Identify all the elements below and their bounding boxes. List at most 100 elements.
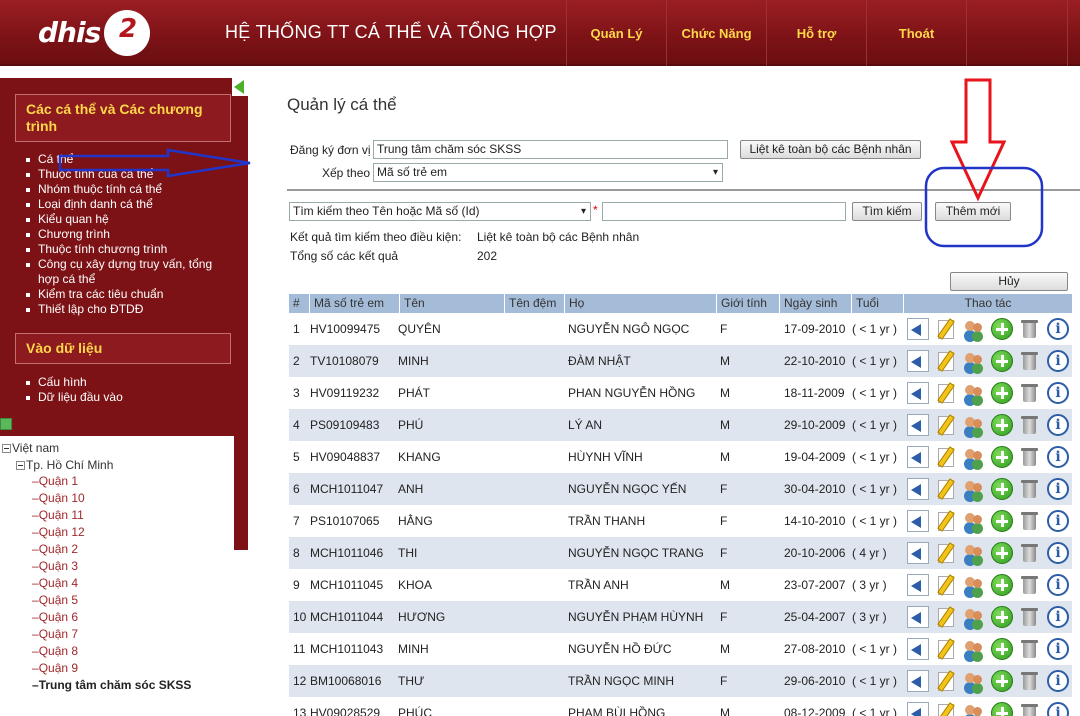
return-icon[interactable]	[907, 542, 929, 564]
col-header-first-name[interactable]: Tên	[400, 294, 505, 313]
sidebar-item-attribute-group[interactable]: Nhóm thuộc tính cá thể	[24, 182, 234, 197]
edit-icon[interactable]	[935, 350, 957, 372]
col-header-last-name[interactable]: Họ	[565, 294, 717, 313]
relationship-icon[interactable]	[963, 542, 985, 564]
col-header-child-id[interactable]: Mã số trẻ em	[310, 294, 400, 313]
relationship-icon[interactable]	[963, 638, 985, 660]
return-icon[interactable]	[907, 414, 929, 436]
delete-icon[interactable]	[1019, 446, 1041, 468]
edit-icon[interactable]	[935, 510, 957, 532]
edit-icon[interactable]	[935, 478, 957, 500]
collapse-node-icon[interactable]	[2, 444, 11, 453]
delete-icon[interactable]	[1019, 350, 1041, 372]
info-icon[interactable]	[1047, 638, 1069, 660]
return-icon[interactable]	[907, 574, 929, 596]
return-icon[interactable]	[907, 446, 929, 468]
relationship-icon[interactable]	[963, 414, 985, 436]
sidebar-item-person-attribute[interactable]: Thuộc tính của cá thể	[24, 167, 234, 182]
info-icon[interactable]	[1047, 542, 1069, 564]
sidebar-item-config[interactable]: Cấu hình	[24, 375, 123, 390]
delete-icon[interactable]	[1019, 542, 1041, 564]
edit-icon[interactable]	[935, 638, 957, 660]
relationship-icon[interactable]	[963, 670, 985, 692]
tree-node-district[interactable]: –Quận 12	[32, 524, 85, 541]
add-icon[interactable]	[991, 446, 1013, 468]
delete-icon[interactable]	[1019, 574, 1041, 596]
add-icon[interactable]	[991, 350, 1013, 372]
relationship-icon[interactable]	[963, 606, 985, 628]
edit-icon[interactable]	[935, 606, 957, 628]
return-icon[interactable]	[907, 606, 929, 628]
add-icon[interactable]	[991, 478, 1013, 500]
add-icon[interactable]	[991, 574, 1013, 596]
relationship-icon[interactable]	[963, 350, 985, 372]
tree-node-district[interactable]: –Quận 9	[32, 660, 78, 677]
info-icon[interactable]	[1047, 318, 1069, 340]
delete-icon[interactable]	[1019, 702, 1041, 716]
sidebar-item-relationship-type[interactable]: Kiểu quan hệ	[24, 212, 234, 227]
add-icon[interactable]	[991, 670, 1013, 692]
sidebar-item-mobile-settings[interactable]: Thiết lập cho ĐTDĐ	[24, 302, 234, 317]
sort-select[interactable]: Mã số trẻ em	[373, 163, 723, 182]
info-icon[interactable]	[1047, 670, 1069, 692]
sidebar-item-program-attribute[interactable]: Thuộc tính chương trình	[24, 242, 234, 257]
sidebar-item-identifier-type[interactable]: Loại định danh cá thể	[24, 197, 234, 212]
add-icon[interactable]	[991, 638, 1013, 660]
tree-node-district[interactable]: –Quận 2	[32, 541, 78, 558]
org-unit-field[interactable]: Trung tâm chăm sóc SKSS	[373, 140, 728, 159]
tree-node-district[interactable]: –Quận 6	[32, 609, 78, 626]
nav-manage[interactable]: Quản Lý	[566, 0, 666, 66]
tree-node-district[interactable]: –Quận 3	[32, 558, 78, 575]
return-icon[interactable]	[907, 318, 929, 340]
col-header-birth-date[interactable]: Ngày sinh	[780, 294, 852, 313]
relationship-icon[interactable]	[963, 702, 985, 716]
relationship-icon[interactable]	[963, 574, 985, 596]
return-icon[interactable]	[907, 478, 929, 500]
tree-node-city[interactable]: Tp. Hồ Chí Minh	[16, 457, 113, 474]
add-icon[interactable]	[991, 606, 1013, 628]
add-new-button[interactable]: Thêm mới	[935, 202, 1011, 221]
relationship-icon[interactable]	[963, 478, 985, 500]
tree-node-district[interactable]: –Quận 4	[32, 575, 78, 592]
nav-functions[interactable]: Chức Năng	[666, 0, 766, 66]
delete-icon[interactable]	[1019, 382, 1041, 404]
add-icon[interactable]	[991, 510, 1013, 532]
tree-node-district[interactable]: –Quận 10	[32, 490, 85, 507]
delete-icon[interactable]	[1019, 318, 1041, 340]
collapse-sidebar-button[interactable]	[232, 78, 248, 96]
sidebar-item-query-builder[interactable]: Công cụ xây dựng truy vấn, tổng hợp cá t…	[24, 257, 234, 287]
tree-search-icon[interactable]	[0, 418, 12, 430]
tree-node-selected[interactable]: –Trung tâm chăm sóc SKSS	[32, 677, 191, 694]
return-icon[interactable]	[907, 510, 929, 532]
relationship-icon[interactable]	[963, 318, 985, 340]
tree-node-district[interactable]: –Quận 1	[32, 473, 78, 490]
delete-icon[interactable]	[1019, 478, 1041, 500]
nav-logout[interactable]: Thoát	[866, 0, 966, 66]
tree-node-root[interactable]: Việt nam	[2, 440, 59, 457]
add-icon[interactable]	[991, 542, 1013, 564]
tree-node-district[interactable]: –Quận 7	[32, 626, 78, 643]
info-icon[interactable]	[1047, 382, 1069, 404]
add-icon[interactable]	[991, 318, 1013, 340]
delete-icon[interactable]	[1019, 638, 1041, 660]
cancel-button[interactable]: Hủy	[950, 272, 1068, 291]
dhis2-logo[interactable]: dhis 2	[38, 10, 150, 56]
collapse-node-icon[interactable]	[16, 461, 25, 470]
delete-icon[interactable]	[1019, 670, 1041, 692]
edit-icon[interactable]	[935, 318, 957, 340]
sidebar-item-person[interactable]: Cá thể	[24, 152, 234, 167]
tree-node-district[interactable]: –Quận 11	[32, 507, 84, 524]
relationship-icon[interactable]	[963, 382, 985, 404]
sidebar-item-program[interactable]: Chương trình	[24, 227, 234, 242]
edit-icon[interactable]	[935, 542, 957, 564]
sidebar-item-data-input[interactable]: Dữ liệu đầu vào	[24, 390, 123, 405]
search-input[interactable]	[602, 202, 846, 221]
edit-icon[interactable]	[935, 446, 957, 468]
search-button[interactable]: Tìm kiếm	[852, 202, 922, 221]
info-icon[interactable]	[1047, 702, 1069, 716]
edit-icon[interactable]	[935, 574, 957, 596]
nav-support[interactable]: Hỗ trợ	[766, 0, 866, 66]
delete-icon[interactable]	[1019, 414, 1041, 436]
edit-icon[interactable]	[935, 382, 957, 404]
return-icon[interactable]	[907, 670, 929, 692]
